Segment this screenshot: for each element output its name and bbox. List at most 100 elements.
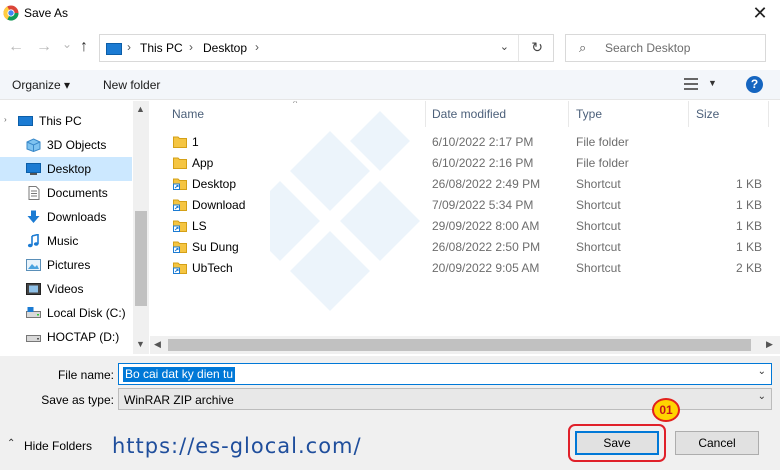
sidebar-item-label: Documents [47,186,108,200]
navigation-pane: › This PC 3D Objects Desktop Documents D… [0,101,149,354]
chevron-down-icon[interactable]: ⌄ [758,391,766,402]
scroll-left-icon[interactable]: ◀ [154,339,161,350]
chevron-right-icon[interactable]: › [189,40,193,54]
file-type: Shortcut [576,240,621,254]
column-divider[interactable] [425,101,426,127]
sidebar-item-downloads[interactable]: Downloads [0,205,132,229]
back-arrow-icon[interactable]: ← [8,38,24,56]
view-dropdown-icon[interactable]: ▼ [708,78,717,88]
sidebar-item-desktop[interactable]: Desktop [0,157,132,181]
table-row[interactable]: 1 6/10/2022 2:17 PM File folder [170,132,770,153]
save-as-type-value: WinRAR ZIP archive [124,393,234,407]
scroll-down-icon[interactable]: ▼ [136,339,145,349]
folder-icon [173,136,187,148]
table-row[interactable]: Desktop 26/08/2022 2:49 PM Shortcut 1 KB [170,174,770,195]
up-arrow-icon[interactable]: ↑ [80,38,88,56]
sidebar-item-label: Desktop [47,162,92,176]
view-options-icon[interactable] [684,77,698,91]
file-type: Shortcut [576,177,621,191]
column-divider[interactable] [768,101,769,127]
sidebar-item-music[interactable]: Music [0,229,132,253]
pictures-icon [26,259,41,271]
table-row[interactable]: App 6/10/2022 2:16 PM File folder [170,153,770,174]
table-row[interactable]: LS 29/09/2022 8:00 AM Shortcut 1 KB [170,216,770,237]
address-bar[interactable]: › This PC › Desktop › ⌄ ↻ [99,34,554,62]
breadcrumb-desktop[interactable]: Desktop [203,41,247,55]
file-type: File folder [576,135,629,149]
new-folder-button[interactable]: New folder [103,78,160,92]
address-dropdown-icon[interactable]: ⌄ [500,40,509,53]
3d-objects-icon [26,138,41,152]
close-icon[interactable]: ✕ [748,2,772,24]
file-size: 1 KB [735,219,762,233]
help-icon[interactable]: ? [746,76,763,93]
file-date: 29/09/2022 8:00 AM [432,219,540,233]
column-header-size[interactable]: Size [696,107,719,121]
column-divider[interactable] [688,101,689,127]
shortcut-folder-icon [173,220,187,232]
save-as-type-label: Save as type: [41,393,114,407]
column-divider[interactable] [568,101,569,127]
chrome-icon [3,5,19,21]
file-name: LS [192,219,207,233]
file-name: Download [192,198,246,212]
file-size: 1 KB [735,177,762,191]
file-date: 6/10/2022 2:16 PM [432,156,534,170]
file-type: Shortcut [576,219,621,233]
sidebar-item-label: Downloads [47,210,107,224]
file-date: 26/08/2022 2:50 PM [432,240,541,254]
shortcut-folder-icon [173,262,187,274]
chevron-right-icon[interactable]: › [127,40,131,54]
sidebar-item-documents[interactable]: Documents [0,181,132,205]
scrollbar-thumb[interactable] [168,339,751,351]
refresh-icon[interactable]: ↻ [531,39,543,56]
sidebar-item-label: Music [47,234,79,248]
file-list-horizontal-scrollbar[interactable]: ◀ ▶ [150,336,780,354]
scroll-right-icon[interactable]: ▶ [766,339,773,350]
sidebar-item-pictures[interactable]: Pictures [0,253,132,277]
sidebar-scrollbar[interactable]: ▲ ▼ [133,101,149,354]
sidebar-item-this-pc[interactable]: › This PC [0,109,132,133]
organize-button[interactable]: Organize ▾ [12,78,70,92]
divider [518,35,519,61]
expand-chevron-icon[interactable]: › [4,115,7,124]
forward-arrow-icon[interactable]: → [36,38,52,56]
file-type: Shortcut [576,261,621,275]
callout-step-badge: 01 [652,398,680,422]
drive-icon [26,307,41,318]
chevron-right-icon[interactable]: › [255,40,259,54]
file-list: ^ Name Date modified Type Size 1 6/10/20… [150,101,780,354]
table-row[interactable]: Su Dung 26/08/2022 2:50 PM Shortcut 1 KB [170,237,770,258]
file-date: 26/08/2022 2:49 PM [432,177,541,191]
window-title: Save As [24,6,69,20]
sidebar-item-local-disk[interactable]: Local Disk (C:) [0,301,132,325]
website-watermark: https://es-glocal.com/ [112,434,362,458]
column-header-type[interactable]: Type [576,107,602,121]
file-name-field[interactable]: Bo cai dat ky dien tu ⌄ [118,363,772,385]
sidebar-item-3d-objects[interactable]: 3D Objects [0,133,132,157]
file-name: App [192,156,214,170]
cancel-button[interactable]: Cancel [675,431,759,455]
sidebar-item-label: Local Disk (C:) [47,306,126,320]
shortcut-folder-icon [173,178,187,190]
chevron-down-icon[interactable]: ⌄ [758,366,766,377]
sidebar-item-hoctap[interactable]: HOCTAP (D:) [0,325,132,349]
breadcrumb-this-pc[interactable]: This PC [140,41,183,55]
file-name-value: Bo cai dat ky dien tu [123,367,236,382]
videos-icon [26,283,41,295]
search-input[interactable]: ⌕ Search Desktop [565,34,766,62]
sidebar-item-videos[interactable]: Videos [0,277,132,301]
scroll-up-icon[interactable]: ▲ [136,104,145,114]
column-header-date-modified[interactable]: Date modified [432,107,506,121]
music-icon [27,234,39,248]
documents-icon [28,186,40,200]
hide-folders-button[interactable]: Hide Folders [24,439,92,453]
column-header-name[interactable]: Name [172,107,204,121]
recent-locations-icon[interactable]: ⌄ [62,35,72,53]
chevron-up-icon[interactable]: ⌃ [7,438,15,449]
table-row[interactable]: UbTech 20/09/2022 9:05 AM Shortcut 2 KB [170,258,770,279]
table-row[interactable]: Download 7/09/2022 5:34 PM Shortcut 1 KB [170,195,770,216]
sidebar-item-label: Videos [47,282,84,296]
scrollbar-thumb[interactable] [135,211,147,306]
file-date: 20/09/2022 9:05 AM [432,261,540,275]
